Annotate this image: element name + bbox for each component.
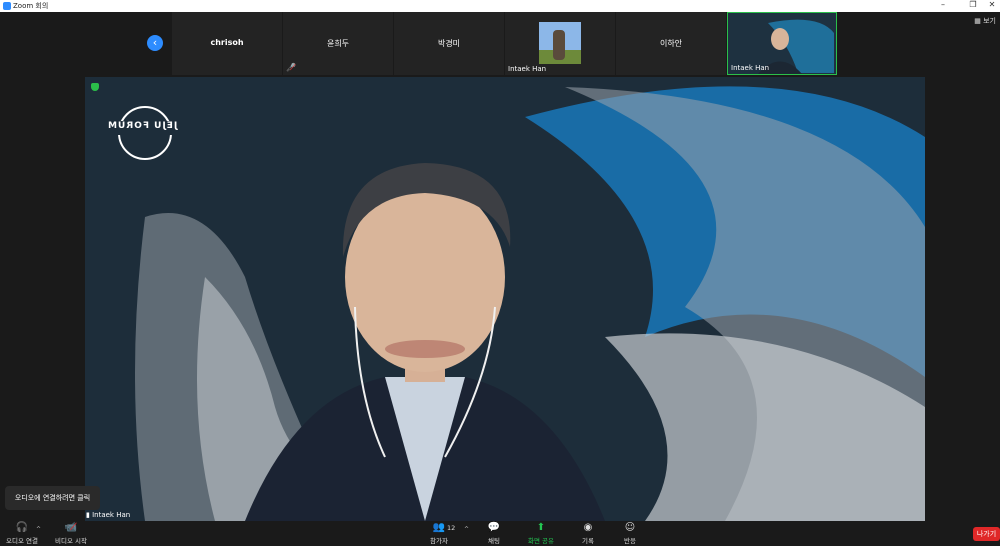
minimize-button[interactable]: – (935, 0, 951, 9)
video-off-icon: 📹̸ (64, 522, 78, 533)
participant-name: chrisoh (210, 38, 244, 47)
main-video (85, 77, 925, 521)
participants-label: 참가자 (430, 537, 448, 545)
participant-tile-6-speaking[interactable]: Intaek Han (727, 12, 837, 75)
audio-connect-tooltip: 오디오에 연결하려면 클릭 (5, 486, 100, 510)
participant-name: Intaek Han (508, 65, 547, 73)
title-bar: Zoom 회의 – ❐ ✕ (0, 0, 1000, 12)
chat-button[interactable]: 💬 채팅 (482, 522, 506, 545)
headphones-icon: 🎧 (15, 522, 29, 533)
share-screen-label: 화면 공유 (528, 537, 554, 545)
jeju-forum-logo: JEJU FORUM (107, 121, 178, 131)
participant-name: 이하안 (659, 39, 683, 48)
participant-tile-3[interactable]: 박경미 (394, 12, 504, 75)
participant-name: Intaek Han (731, 64, 770, 72)
join-audio-label: 오디오 연결 (6, 537, 38, 545)
share-screen-icon: ⬆ (536, 522, 546, 533)
window-title: Zoom 회의 (13, 2, 49, 10)
participant-name: 박경미 (437, 39, 461, 48)
record-icon: ◉ (583, 522, 593, 533)
speaker-name-label: ▮ Intaek Han (86, 511, 131, 519)
mic-muted-icon: 🎤̸ (286, 63, 296, 72)
chat-bubble-icon: 💬 (487, 522, 501, 533)
profile-photo (539, 22, 581, 64)
leave-button[interactable]: 나가기 (973, 527, 1000, 541)
participant-name: 윤희두 (326, 39, 350, 48)
zoom-logo-icon (3, 2, 11, 10)
speaker-video-frame (85, 77, 925, 521)
view-label: 보기 (983, 17, 996, 25)
reactions-label: 반응 (624, 537, 636, 545)
chat-label: 채팅 (488, 537, 500, 545)
maximize-button[interactable]: ❐ (965, 0, 981, 9)
participant-tile-4[interactable]: Intaek Han (505, 12, 615, 75)
smiley-icon: ☺ (624, 522, 636, 533)
participant-count: 12 (447, 524, 456, 532)
start-video-button[interactable]: 📹̸ 비디오 시작 (53, 522, 89, 545)
share-screen-button[interactable]: ⬆ 화면 공유 (526, 522, 556, 545)
participants-options-caret-icon[interactable]: ^ (464, 526, 469, 533)
reactions-button[interactable]: ☺ 반응 (618, 522, 642, 545)
chevron-left-icon[interactable]: ‹ (147, 35, 163, 51)
audio-options-caret-icon[interactable]: ^ (36, 526, 41, 533)
close-button[interactable]: ✕ (984, 0, 1000, 9)
participant-tile-chrisoh[interactable]: chrisoh (172, 12, 282, 75)
speaker-name: Intaek Han (92, 511, 131, 519)
record-button[interactable]: ◉ 기록 (576, 522, 600, 545)
start-video-label: 비디오 시작 (55, 537, 87, 545)
participant-tile-5[interactable]: 이하안 (616, 12, 726, 75)
participant-tile-2[interactable]: 윤희두 🎤̸ (283, 12, 393, 75)
encryption-shield-icon[interactable] (91, 83, 99, 91)
record-label: 기록 (582, 537, 594, 545)
join-audio-button[interactable]: 🎧 오디오 연결 (4, 522, 40, 545)
view-button[interactable]: ▦ 보기 (974, 16, 996, 26)
